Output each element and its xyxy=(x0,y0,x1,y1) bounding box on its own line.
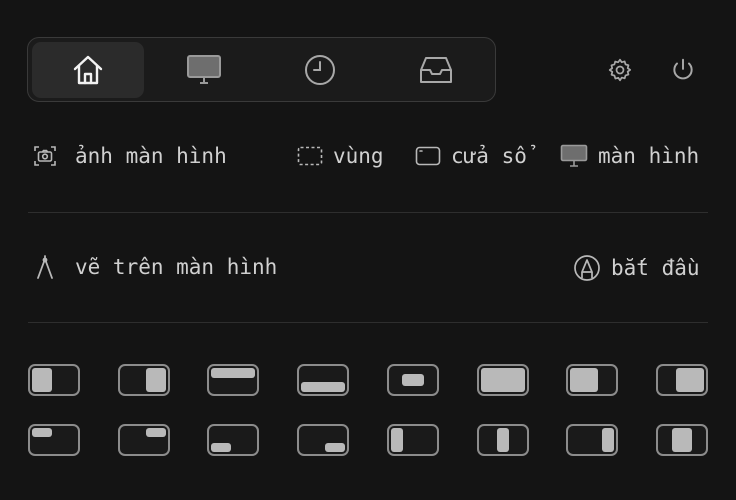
tab-home[interactable] xyxy=(32,42,144,98)
divider xyxy=(28,212,708,213)
monitor-icon xyxy=(560,144,588,168)
start-label: bắt đầu xyxy=(611,256,700,280)
bottom-right-fill xyxy=(325,443,345,452)
region-label: vùng xyxy=(333,144,384,168)
draw-label: vẽ trên màn hình xyxy=(75,255,278,279)
tab-inbox[interactable] xyxy=(380,42,492,98)
dashed-rect-icon xyxy=(297,146,323,166)
maximize-fill xyxy=(481,368,525,392)
tab-history[interactable] xyxy=(264,42,376,98)
settings-button[interactable] xyxy=(605,55,635,85)
layout-center-two-thirds-button[interactable] xyxy=(656,424,708,456)
layout-center-button[interactable] xyxy=(387,364,439,396)
layout-top-right-quarter-button[interactable] xyxy=(118,424,170,456)
left-half-fill xyxy=(32,368,52,392)
home-icon xyxy=(73,55,103,85)
bottom-left-fill xyxy=(211,443,231,452)
layout-maximize-button[interactable] xyxy=(477,364,529,396)
gear-icon xyxy=(608,58,632,82)
window-icon xyxy=(415,146,441,166)
camera-icon xyxy=(33,144,57,168)
screen-label: màn hình xyxy=(598,144,700,168)
start-drawing-button[interactable]: bắt đầu xyxy=(573,254,700,282)
layout-left-half-button[interactable] xyxy=(28,364,80,396)
top-half-fill xyxy=(211,368,255,378)
layout-bottom-left-quarter-button[interactable] xyxy=(207,424,259,456)
layout-top-left-quarter-button[interactable] xyxy=(28,424,80,456)
pen-circle-icon xyxy=(573,254,601,282)
right-half-fill xyxy=(146,368,166,392)
tab-bar xyxy=(27,37,496,102)
capture-region-button[interactable]: vùng xyxy=(297,144,384,168)
first-third-fill xyxy=(391,428,403,452)
layout-bottom-right-quarter-button[interactable] xyxy=(297,424,349,456)
tab-display[interactable] xyxy=(148,42,260,98)
layout-right-two-thirds-button[interactable] xyxy=(656,364,708,396)
divider xyxy=(28,322,708,323)
monitor-icon xyxy=(187,55,221,84)
bottom-half-fill xyxy=(301,382,345,392)
left-two-thirds-fill xyxy=(570,368,598,392)
inbox-icon xyxy=(420,57,452,83)
clock-icon xyxy=(305,55,335,85)
capture-screen-button[interactable]: màn hình xyxy=(560,144,699,168)
layout-center-third-button[interactable] xyxy=(477,424,529,456)
center-fill xyxy=(402,374,424,386)
top-right-fill xyxy=(146,428,166,437)
center-third-fill xyxy=(497,428,509,452)
layout-top-half-button[interactable] xyxy=(207,364,259,396)
draw-row: vẽ trên màn hình xyxy=(33,254,277,280)
capture-window-button[interactable]: cửa sổ xyxy=(415,144,527,168)
center-two-thirds-fill xyxy=(672,428,692,452)
top-left-fill xyxy=(32,428,52,437)
last-third-fill xyxy=(602,428,614,452)
layout-right-half-button[interactable] xyxy=(118,364,170,396)
right-two-thirds-fill xyxy=(676,368,704,392)
layout-last-third-button[interactable] xyxy=(566,424,618,456)
screenshot-row: ảnh màn hình xyxy=(33,144,227,168)
layout-first-third-button[interactable] xyxy=(387,424,439,456)
screenshot-label: ảnh màn hình xyxy=(75,144,227,168)
power-button[interactable] xyxy=(668,55,698,85)
window-label: cửa sổ xyxy=(451,144,527,168)
compass-icon xyxy=(33,254,57,280)
layout-bottom-half-button[interactable] xyxy=(297,364,349,396)
power-icon xyxy=(673,58,693,80)
layout-left-two-thirds-button[interactable] xyxy=(566,364,618,396)
